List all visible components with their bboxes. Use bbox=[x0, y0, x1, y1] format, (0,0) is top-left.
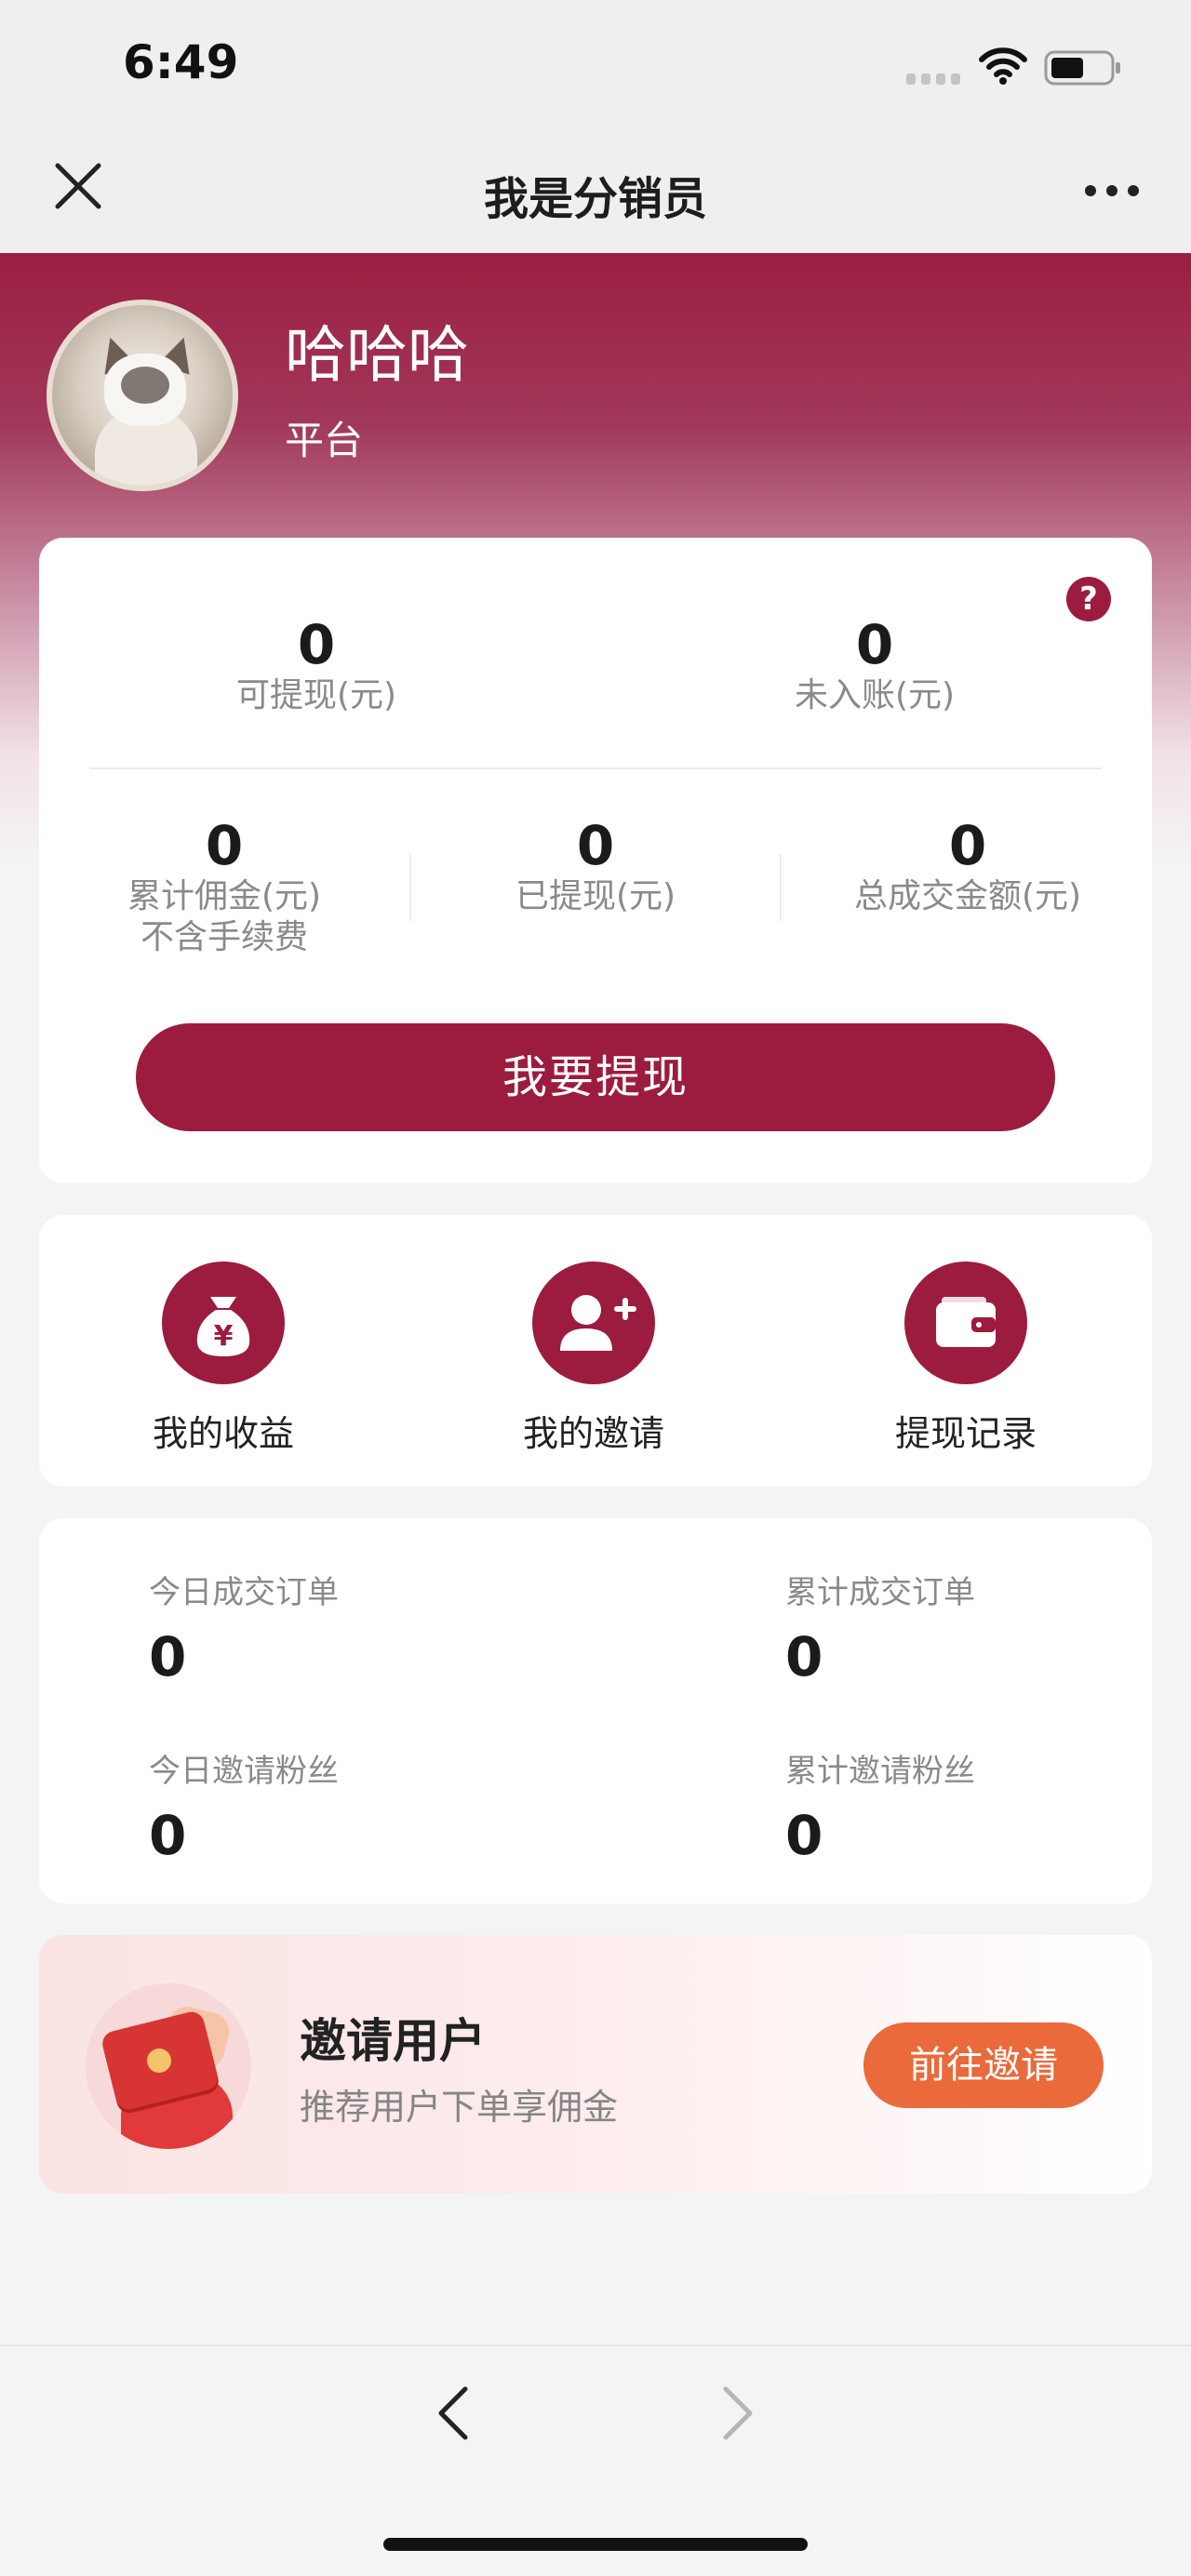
today-orders-label: 今日成交订单 bbox=[149, 1574, 339, 1611]
total-orders-value: 0 bbox=[785, 1625, 823, 1688]
today-fans-label: 今日邀请粉丝 bbox=[149, 1753, 339, 1790]
divider bbox=[780, 854, 782, 921]
withdrawn-stat: 0 已提现(元) bbox=[465, 814, 726, 917]
withdrawn-label: 已提现(元) bbox=[515, 876, 676, 915]
back-arrow-icon[interactable] bbox=[434, 2383, 475, 2443]
withdraw-button[interactable]: 我要提现 bbox=[136, 1023, 1055, 1131]
my-earnings-label: 我的收益 bbox=[152, 1413, 294, 1454]
wallet-icon bbox=[904, 1261, 1027, 1384]
red-envelope-icon bbox=[86, 1983, 251, 2149]
forward-arrow-icon[interactable] bbox=[716, 2383, 757, 2443]
total-commission-label: 累计佣金(元) bbox=[127, 876, 322, 915]
pending-stat: 0 未入账(元) bbox=[735, 613, 1014, 716]
user-name: 哈哈哈 bbox=[285, 319, 469, 391]
my-invites-label: 我的邀请 bbox=[522, 1413, 664, 1454]
user-role: 平台 bbox=[285, 418, 364, 463]
withdrawable-value: 0 bbox=[297, 613, 336, 676]
withdrawn-value: 0 bbox=[576, 814, 615, 877]
add-user-icon bbox=[532, 1261, 655, 1384]
more-options-icon[interactable] bbox=[1085, 180, 1139, 201]
withdraw-records-button[interactable]: 提现记录 bbox=[854, 1261, 1077, 1456]
divider bbox=[89, 767, 1102, 769]
my-earnings-button[interactable]: ¥ 我的收益 bbox=[112, 1261, 335, 1456]
my-invites-button[interactable]: 我的邀请 bbox=[482, 1261, 705, 1456]
total-commission-stat: 0 累计佣金(元) 不含手续费 bbox=[102, 814, 346, 958]
withdrawable-stat: 0 可提现(元) bbox=[177, 613, 456, 716]
wifi-icon bbox=[979, 47, 1027, 85]
total-volume-label: 总成交金额(元) bbox=[853, 876, 1082, 915]
home-indicator bbox=[383, 2538, 808, 2551]
go-invite-button[interactable]: 前往邀请 bbox=[863, 2022, 1104, 2108]
battery-icon bbox=[1044, 50, 1120, 86]
today-fans-stat: 今日邀请粉丝 0 bbox=[149, 1745, 339, 1867]
avatar[interactable] bbox=[47, 300, 238, 491]
distributor-page: 6:49 我是分销员 哈哈哈 平台 ? 0 可提现(元) 0 未入账(元) 0 … bbox=[0, 0, 1191, 2576]
status-time: 6:49 bbox=[123, 35, 239, 89]
close-icon[interactable] bbox=[52, 160, 104, 212]
total-fans-value: 0 bbox=[785, 1804, 823, 1867]
total-orders-stat: 累计成交订单 0 bbox=[785, 1567, 975, 1688]
total-volume-value: 0 bbox=[948, 814, 987, 877]
total-fans-stat: 累计邀请粉丝 0 bbox=[785, 1745, 975, 1867]
total-fans-label: 累计邀请粉丝 bbox=[785, 1753, 975, 1790]
total-commission-note: 不含手续费 bbox=[140, 917, 308, 956]
total-volume-stat: 0 总成交金额(元) bbox=[819, 814, 1117, 917]
total-orders-label: 累计成交订单 bbox=[785, 1574, 975, 1611]
svg-text:¥: ¥ bbox=[214, 1320, 234, 1353]
cellular-signal-icon bbox=[906, 73, 962, 85]
total-commission-value: 0 bbox=[205, 814, 244, 877]
money-bag-icon: ¥ bbox=[162, 1261, 285, 1384]
today-fans-value: 0 bbox=[149, 1804, 187, 1867]
page-title: 我是分销员 bbox=[483, 173, 707, 225]
withdrawable-label: 可提现(元) bbox=[235, 675, 397, 714]
invite-subtitle: 推荐用户下单享佣金 bbox=[300, 2087, 619, 2128]
today-orders-stat: 今日成交订单 0 bbox=[149, 1567, 339, 1688]
divider bbox=[409, 854, 411, 921]
invite-title: 邀请用户 bbox=[300, 2014, 486, 2068]
withdraw-records-label: 提现记录 bbox=[894, 1413, 1037, 1454]
today-orders-value: 0 bbox=[149, 1625, 187, 1688]
help-icon[interactable]: ? bbox=[1066, 577, 1111, 621]
pending-value: 0 bbox=[855, 613, 894, 676]
pending-label: 未入账(元) bbox=[794, 675, 956, 714]
